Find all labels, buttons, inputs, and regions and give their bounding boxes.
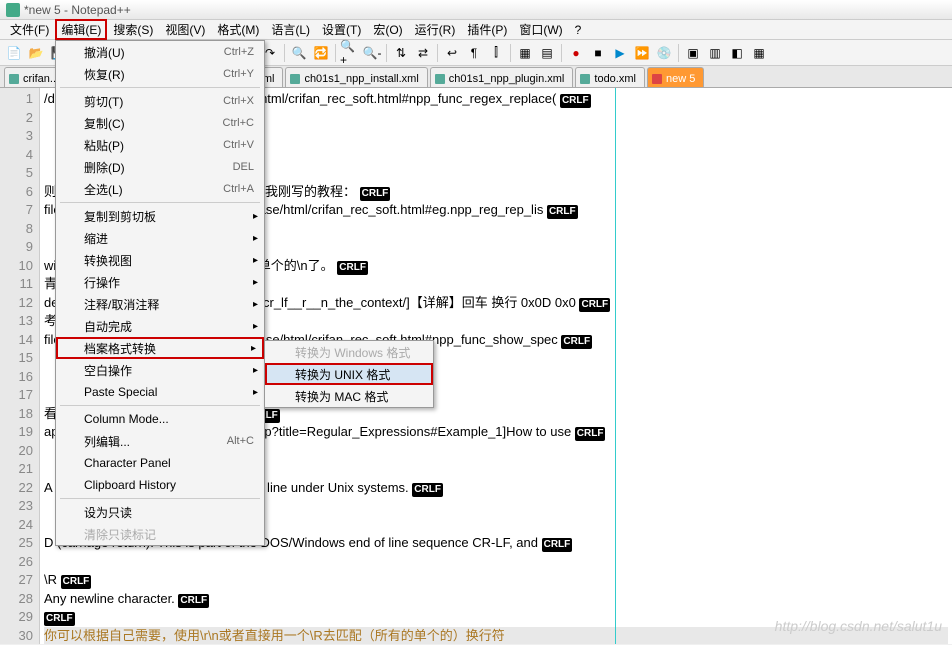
window-title: *new 5 - Notepad++ — [24, 3, 131, 17]
submenu-item-转换为 Windows 格式: 转换为 Windows 格式 — [265, 341, 433, 363]
zoom-out-icon[interactable]: 🔍- — [362, 43, 382, 63]
edit-dropdown-menu: 撤消(U)Ctrl+Z恢复(R)Ctrl+Y 剪切(T)Ctrl+X复制(C)Ct… — [55, 40, 265, 546]
play-macro-icon[interactable]: ▶ — [610, 43, 630, 63]
submenu-item-转换为 MAC 格式[interactable]: 转换为 MAC 格式 — [265, 385, 433, 407]
crlf-marker: CRLF — [547, 205, 578, 219]
stop-macro-icon[interactable]: ■ — [588, 43, 608, 63]
file-tab-6[interactable]: todo.xml — [575, 67, 645, 87]
crlf-marker: CRLF — [575, 427, 606, 441]
sync-h-icon[interactable]: ⇄ — [413, 43, 433, 63]
menu-item-粘贴(P)[interactable]: 粘贴(P)Ctrl+V — [56, 134, 264, 156]
file-icon — [290, 74, 300, 84]
line-gutter: 1234567891011121314151617181920212223242… — [0, 88, 40, 644]
crlf-marker: CRLF — [61, 575, 92, 589]
menu-item-注释/取消注释[interactable]: 注释/取消注释 — [56, 293, 264, 315]
crlf-marker: CRLF — [44, 612, 75, 626]
wrap-icon[interactable]: ↩ — [442, 43, 462, 63]
sync-v-icon[interactable]: ⇅ — [391, 43, 411, 63]
menu-item-转换视图[interactable]: 转换视图 — [56, 249, 264, 271]
editor-line: Any newline character. CRLF — [44, 590, 948, 609]
menu-item-3[interactable]: 视图(V) — [159, 19, 211, 40]
menu-item-6[interactable]: 设置(T) — [316, 19, 367, 40]
crlf-marker: CRLF — [542, 538, 573, 552]
eol-conversion-submenu: 转换为 Windows 格式转换为 UNIX 格式转换为 MAC 格式 — [264, 340, 434, 408]
tb-extra1-icon[interactable]: ▣ — [683, 43, 703, 63]
tb-extra2-icon[interactable]: ▥ — [705, 43, 725, 63]
menu-item-恢复(R)[interactable]: 恢复(R)Ctrl+Y — [56, 63, 264, 85]
menu-item-Character Panel[interactable]: Character Panel — [56, 452, 264, 474]
menu-item-Paste Special[interactable]: Paste Special — [56, 381, 264, 403]
menu-bar: 文件(F)编辑(E)搜索(S)视图(V)格式(M)语言(L)设置(T)宏(O)运… — [0, 20, 952, 40]
zoom-in-icon[interactable]: 🔍+ — [340, 43, 360, 63]
file-tab-7[interactable]: new 5 — [647, 67, 704, 87]
record-macro-icon[interactable]: ● — [566, 43, 586, 63]
menu-item-列编辑...[interactable]: 列编辑...Alt+C — [56, 430, 264, 452]
crlf-marker: CRLF — [178, 594, 209, 608]
crlf-marker: CRLF — [579, 298, 610, 312]
file-icon — [652, 74, 662, 84]
menu-item-删除(D)[interactable]: 删除(D)DEL — [56, 156, 264, 178]
file-icon — [435, 74, 445, 84]
menu-item-5[interactable]: 语言(L) — [265, 19, 316, 40]
lang-icon[interactable]: ▦ — [515, 43, 535, 63]
menu-item-复制(C)[interactable]: 复制(C)Ctrl+C — [56, 112, 264, 134]
title-bar: *new 5 - Notepad++ — [0, 0, 952, 20]
menu-item-行操作[interactable]: 行操作 — [56, 271, 264, 293]
menu-item-8[interactable]: 运行(R) — [409, 19, 462, 40]
menu-item-复制到剪切板[interactable]: 复制到剪切板 — [56, 205, 264, 227]
menu-item-Clipboard History[interactable]: Clipboard History — [56, 474, 264, 496]
menu-item-4[interactable]: 格式(M) — [211, 19, 265, 40]
submenu-item-转换为 UNIX 格式[interactable]: 转换为 UNIX 格式 — [265, 363, 433, 385]
indent-guide-icon[interactable]: ⫿ — [486, 43, 506, 63]
menu-item-剪切(T)[interactable]: 剪切(T)Ctrl+X — [56, 90, 264, 112]
editor-line: CRLF — [44, 608, 948, 627]
menu-item-2[interactable]: 搜索(S) — [107, 19, 159, 40]
open-file-icon[interactable]: 📂 — [26, 43, 46, 63]
editor-line: 你可以根据自己需要，使用\r\n或者直接用一个\R去匹配（所有的单个的）换行符 — [44, 627, 948, 645]
editor-line: \R CRLF — [44, 571, 948, 590]
play-multi-icon[interactable]: ⏩ — [632, 43, 652, 63]
menu-item-空白操作[interactable]: 空白操作 — [56, 359, 264, 381]
menu-item-档案格式转换[interactable]: 档案格式转换 — [56, 337, 264, 359]
file-icon — [580, 74, 590, 84]
menu-item-9[interactable]: 插件(P) — [461, 19, 513, 40]
crlf-marker: CRLF — [337, 261, 368, 275]
menu-item-7[interactable]: 宏(O) — [367, 19, 408, 40]
app-icon — [6, 3, 20, 17]
replace-icon[interactable]: 🔁 — [311, 43, 331, 63]
crlf-marker: CRLF — [360, 187, 391, 201]
menu-item-自动完成[interactable]: 自动完成 — [56, 315, 264, 337]
find-icon[interactable]: 🔍 — [289, 43, 309, 63]
menu-item-清除只读标记: 清除只读标记 — [56, 523, 264, 545]
tb-extra4-icon[interactable]: ▦ — [749, 43, 769, 63]
crlf-marker: CRLF — [560, 94, 591, 108]
crlf-marker: CRLF — [561, 335, 592, 349]
menu-item-Column Mode...[interactable]: Column Mode... — [56, 408, 264, 430]
save-macro-icon[interactable]: 💿 — [654, 43, 674, 63]
new-file-icon[interactable]: 📄 — [4, 43, 24, 63]
crlf-marker: CRLF — [412, 483, 443, 497]
file-tab-4[interactable]: ch01s1_npp_install.xml — [285, 67, 427, 87]
file-icon — [9, 74, 19, 84]
tb-extra3-icon[interactable]: ◧ — [727, 43, 747, 63]
menu-item-0[interactable]: 文件(F) — [4, 19, 55, 40]
vertical-edge-line — [615, 88, 616, 644]
menu-item-11[interactable]: ? — [569, 21, 588, 39]
menu-item-全选(L)[interactable]: 全选(L)Ctrl+A — [56, 178, 264, 200]
menu-item-10[interactable]: 窗口(W) — [513, 19, 568, 40]
menu-item-撤消(U)[interactable]: 撤消(U)Ctrl+Z — [56, 41, 264, 63]
menu-item-设为只读[interactable]: 设为只读 — [56, 501, 264, 523]
file-tab-5[interactable]: ch01s1_npp_plugin.xml — [430, 67, 574, 87]
editor-line — [44, 553, 948, 572]
show-all-icon[interactable]: ¶ — [464, 43, 484, 63]
menu-item-缩进[interactable]: 缩进 — [56, 227, 264, 249]
doc-map-icon[interactable]: ▤ — [537, 43, 557, 63]
menu-item-1[interactable]: 编辑(E) — [55, 19, 107, 40]
